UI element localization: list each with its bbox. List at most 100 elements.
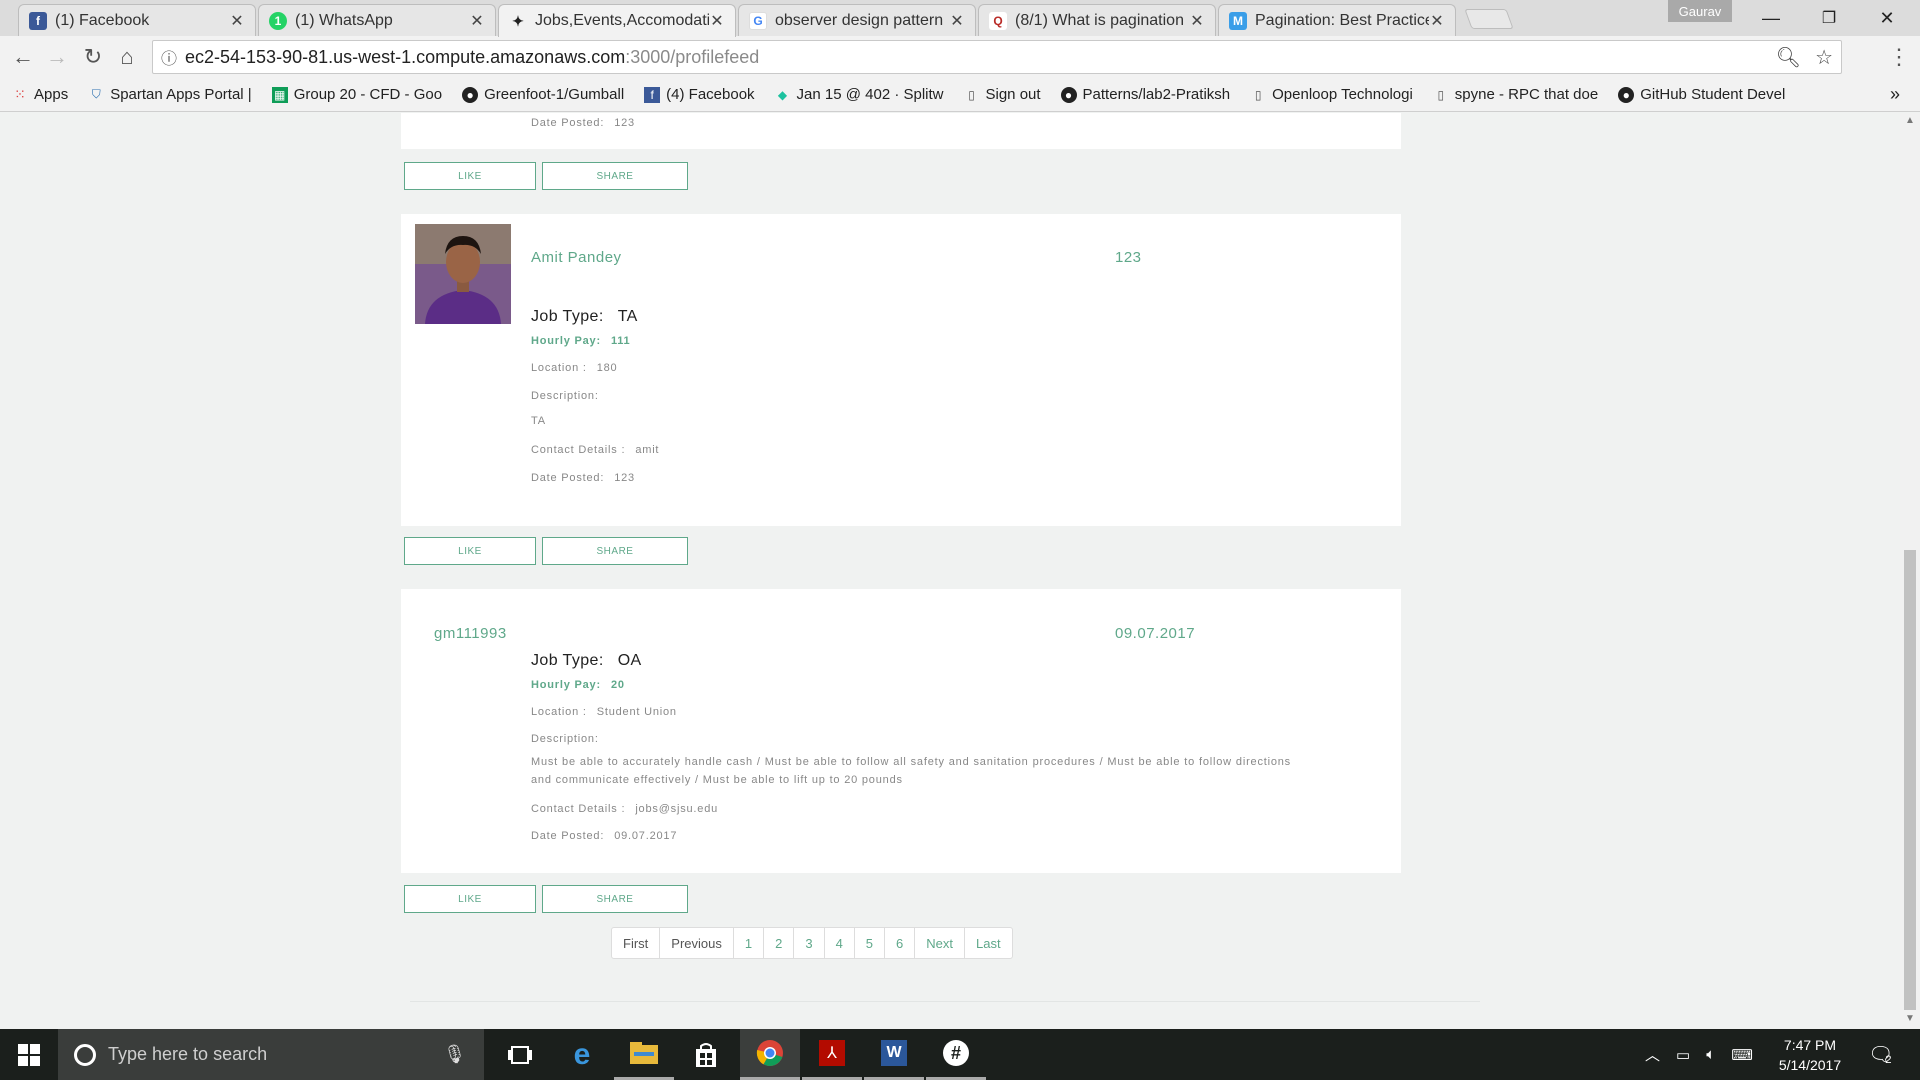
share-button[interactable]: SHARE xyxy=(542,162,688,190)
pagination-page[interactable]: 5 xyxy=(853,928,884,958)
site-info-icon[interactable]: ⓘ xyxy=(153,45,185,69)
close-icon[interactable]: ✕ xyxy=(229,11,245,31)
bookmark-splitwise[interactable]: ◆ Jan 15 @ 402 · Splitw xyxy=(775,86,944,103)
like-button[interactable]: LIKE xyxy=(404,885,536,913)
home-icon[interactable]: ⌂ xyxy=(112,42,142,72)
bookmark-github-student[interactable]: ● GitHub Student Devel xyxy=(1618,86,1785,103)
close-icon[interactable]: ✕ xyxy=(1429,11,1445,31)
bookmark-spyne[interactable]: ▯ spyne - RPC that doe xyxy=(1433,86,1598,103)
minimize-icon[interactable]: — xyxy=(1742,0,1800,36)
chrome-icon[interactable] xyxy=(740,1029,800,1080)
location: Location : 180 xyxy=(531,362,617,374)
bookmark-apps[interactable]: ⁙ Apps xyxy=(12,86,68,103)
page-scrollbar[interactable]: ▲ ▼ xyxy=(1900,113,1920,1029)
bookmark-group20[interactable]: ▦ Group 20 - CFD - Goo xyxy=(271,86,443,103)
show-hidden-icons-icon[interactable]: ︿ xyxy=(1645,1044,1660,1065)
close-icon[interactable]: ✕ xyxy=(1189,11,1205,31)
word-icon[interactable]: W xyxy=(864,1029,924,1080)
like-button[interactable]: LIKE xyxy=(404,537,536,565)
bookmark-signout[interactable]: ▯ Sign out xyxy=(964,86,1040,103)
field-label: Contact Details : xyxy=(531,444,626,456)
scroll-down-icon[interactable]: ▼ xyxy=(1904,1013,1916,1024)
store-icon[interactable] xyxy=(676,1029,736,1080)
share-button[interactable]: SHARE xyxy=(542,537,688,565)
file-explorer-icon[interactable] xyxy=(614,1029,674,1080)
edge-icon[interactable]: e xyxy=(552,1029,612,1080)
tab-whatsapp[interactable]: 1 (1) WhatsApp ✕ xyxy=(258,4,496,36)
tab-jobs-events[interactable]: ✦ Jobs,Events,Accomodatic ✕ xyxy=(498,4,736,37)
action-center-icon[interactable]: 🗨︎ 2 xyxy=(1868,1029,1893,1080)
like-button[interactable]: LIKE xyxy=(404,162,536,190)
bookmark-label: Apps xyxy=(34,86,69,103)
pagination-page[interactable]: 6 xyxy=(884,928,914,958)
close-icon[interactable]: ✕ xyxy=(709,11,725,31)
tab-quora-pagination[interactable]: Q (8/1) What is pagination ✕ xyxy=(978,4,1216,36)
battery-icon[interactable]: ▭ xyxy=(1676,1046,1690,1064)
bookmark-star-icon[interactable]: ☆ xyxy=(1815,45,1833,70)
bookmark-patterns-lab2[interactable]: ● Patterns/lab2-Pratiksh xyxy=(1060,86,1230,103)
poster-name[interactable]: Amit Pandey xyxy=(531,249,622,266)
notification-count: 2 xyxy=(1885,1053,1892,1066)
close-window-icon[interactable]: ✕ xyxy=(1858,0,1916,36)
keyboard-icon[interactable]: ⌨ xyxy=(1731,1046,1753,1064)
microphone-icon[interactable]: 🎙︎ xyxy=(443,1044,466,1065)
hourly-pay: Hourly Pay: 111 xyxy=(531,335,630,347)
search-placeholder: Type here to search xyxy=(108,1044,268,1064)
reload-icon[interactable]: ↻ xyxy=(78,42,108,72)
slack-icon[interactable]: # xyxy=(926,1029,986,1080)
close-icon[interactable]: ✕ xyxy=(469,11,485,31)
poster-name[interactable]: gm111993 xyxy=(434,625,507,642)
facebook-icon: f xyxy=(644,86,661,103)
job-type: Job Type: OA xyxy=(531,652,642,670)
browser-tab-strip: f (1) Facebook ✕ 1 (1) WhatsApp ✕ ✦ Jobs… xyxy=(0,0,1920,37)
pagination-first[interactable]: First xyxy=(612,928,659,958)
scrollbar-thumb[interactable] xyxy=(1904,550,1916,1010)
volume-icon[interactable]: 🔈︎ xyxy=(1706,1046,1715,1063)
pagination-last[interactable]: Last xyxy=(964,928,1012,958)
bookmark-openloop[interactable]: ▯ Openloop Technologi xyxy=(1250,86,1413,103)
restore-icon[interactable]: ❐ xyxy=(1800,0,1858,36)
share-button[interactable]: SHARE xyxy=(542,885,688,913)
bookmark-label: GitHub Student Devel xyxy=(1640,86,1786,103)
pagination-previous[interactable]: Previous xyxy=(659,928,733,958)
pagination-page[interactable]: 2 xyxy=(763,928,793,958)
pagination-page[interactable]: 1 xyxy=(732,928,763,958)
description-text: TA xyxy=(531,415,546,427)
scroll-up-icon[interactable]: ▲ xyxy=(1904,115,1916,126)
profile-button[interactable]: Gaurav xyxy=(1668,0,1732,22)
back-icon[interactable]: ← xyxy=(8,42,38,72)
page-icon: ▯ xyxy=(1437,87,1445,102)
task-view-icon[interactable] xyxy=(490,1029,550,1080)
pagination-next[interactable]: Next xyxy=(914,928,964,958)
bookmark-label: Greenfoot-1/Gumball xyxy=(484,86,625,103)
date-posted: Date Posted: 123 xyxy=(531,117,635,129)
address-bar[interactable]: ⓘ ec2-54-153-90-81.us-west-1.compute.ama… xyxy=(152,40,1842,74)
start-button[interactable] xyxy=(0,1029,58,1080)
taskbar-search[interactable]: Type here to search 🎙︎ xyxy=(58,1029,484,1080)
pagination-page[interactable]: 4 xyxy=(823,928,854,958)
pagination: First Previous 1 2 3 4 5 6 Next Last xyxy=(611,927,1013,959)
sheets-icon: ▦ xyxy=(271,86,288,103)
close-icon[interactable]: ✕ xyxy=(949,11,965,31)
field-value: jobs@sjsu.edu xyxy=(635,803,719,815)
bookmark-label: Spartan Apps Portal | xyxy=(110,86,252,103)
pagination-page[interactable]: 3 xyxy=(793,928,823,958)
tab-pagination-best-practice[interactable]: M Pagination: Best Practice ✕ xyxy=(1218,4,1456,36)
bookmark-facebook[interactable]: f (4) Facebook xyxy=(644,86,755,103)
new-tab-button[interactable] xyxy=(1464,9,1514,29)
tab-observer-pattern[interactable]: G observer design pattern ✕ xyxy=(738,4,976,36)
whatsapp-icon: 1 xyxy=(269,11,287,30)
bookmark-label: (4) Facebook xyxy=(666,86,755,103)
bookmarks-bar: ⁙ Apps ⛉ Spartan Apps Portal | ▦ Group 2… xyxy=(0,78,1920,112)
forward-icon[interactable]: → xyxy=(42,42,72,72)
zoom-icon[interactable]: 🔍︎ xyxy=(1776,45,1801,70)
taskbar-clock[interactable]: 7:47 PM 5/14/2017 xyxy=(1760,1035,1860,1075)
browser-menu-icon[interactable]: ⋮ xyxy=(1888,44,1910,70)
acrobat-icon[interactable]: ⅄ xyxy=(802,1029,862,1080)
bookmark-label: Group 20 - CFD - Goo xyxy=(293,86,443,103)
bookmark-greenfoot[interactable]: ● Greenfoot-1/Gumball xyxy=(462,86,624,103)
bookmark-spartan[interactable]: ⛉ Spartan Apps Portal | xyxy=(88,86,252,103)
more-bookmarks-icon[interactable]: » xyxy=(1890,84,1900,105)
tab-facebook[interactable]: f (1) Facebook ✕ xyxy=(18,4,256,36)
footer-divider xyxy=(410,1001,1480,1002)
